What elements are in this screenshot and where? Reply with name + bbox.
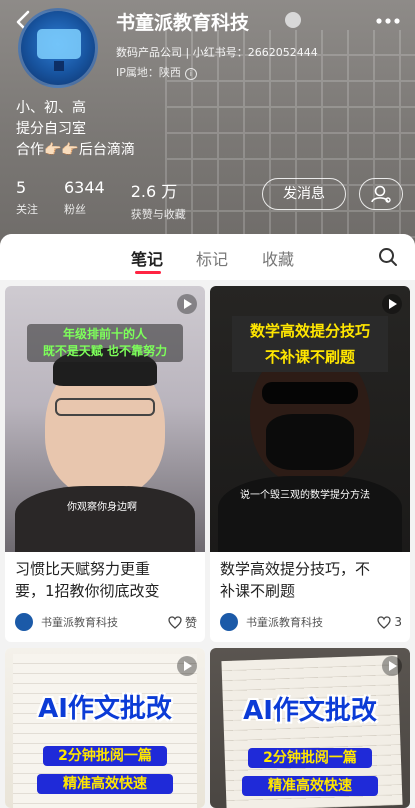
cover-glasses xyxy=(55,398,155,416)
search-icon[interactable] xyxy=(377,246,399,268)
stat-following[interactable]: 5 关注 xyxy=(16,178,38,222)
stat-number: 6344 xyxy=(64,178,105,197)
title-line: 补课不刷题 xyxy=(220,582,296,600)
user-settings-icon xyxy=(371,185,391,203)
info-icon[interactable]: i xyxy=(184,68,197,80)
author-name[interactable]: 书童派教育科技 xyxy=(246,614,377,630)
caption-line: 既不是天赋 也不靠努力 xyxy=(42,344,168,358)
cover-caption: 数学高效提分技巧 不补课不刷题 xyxy=(232,316,388,372)
like-button[interactable]: 3 xyxy=(377,615,402,629)
profile-category-line: 数码产品公司 | 小红书号：2662052444 xyxy=(116,44,318,60)
cover-caption: AI作文批改 xyxy=(38,694,172,724)
note-cover[interactable]: 数学高效提分技巧 不补课不刷题 说一个毁三观的数学提分方法 xyxy=(210,286,410,552)
cover-subtitle: 你观察你身边啊 xyxy=(67,502,137,513)
profile-bio: 小、初、高 提分自习室 合作👉🏻👉🏻后台滴滴 xyxy=(16,98,135,161)
bio-line: 提分自习室 xyxy=(16,121,86,137)
video-play-icon xyxy=(382,656,402,676)
profile-location-line: IP属地：陕西 i xyxy=(116,64,197,80)
cover-subtitle: 说一个毁三观的数学提分方法 xyxy=(240,490,370,501)
bio-line: 小、初、高 xyxy=(16,100,86,116)
active-tab-indicator xyxy=(135,271,161,274)
note-cover[interactable]: 年级排前十的人 既不是天赋 也不靠努力 你观察你身边啊 xyxy=(5,286,205,552)
note-card[interactable]: 数学高效提分技巧 不补课不刷题 说一个毁三观的数学提分方法 数学高效提分技巧，不… xyxy=(210,286,410,642)
bio-line: 合作👉🏻👉🏻后台滴滴 xyxy=(16,142,135,158)
title-line: 数学高效提分技巧，不 xyxy=(220,560,371,578)
verified-badge-icon xyxy=(285,12,301,28)
user-settings-button[interactable] xyxy=(359,178,403,210)
cover-subtitle: 2分钟批阅一篇 xyxy=(43,746,167,766)
cover-mask xyxy=(266,414,354,470)
like-button[interactable]: 赞 xyxy=(168,614,197,631)
profile-header: 书童派教育科技 数码产品公司 | 小红书号：2662052444 IP属地：陕西… xyxy=(0,0,415,245)
video-play-icon xyxy=(382,294,402,314)
title-line: 要，1招教你彻底改变 xyxy=(15,582,160,600)
avatar[interactable] xyxy=(18,8,98,88)
caption-line: 年级排前十的人 xyxy=(62,327,147,341)
note-meta: 书童派教育科技 赞 xyxy=(15,612,197,632)
cover-caption: 年级排前十的人 既不是天赋 也不靠努力 xyxy=(27,324,183,362)
note-meta: 书童派教育科技 3 xyxy=(220,612,402,632)
profile-category: 数码产品公司 xyxy=(116,46,182,59)
cover-subtitle: 精准高效快速 xyxy=(37,774,173,794)
tab-collections[interactable]: 收藏 xyxy=(262,246,294,270)
cover-shirt xyxy=(15,486,195,552)
title-line: 习惯比天赋努力更重 xyxy=(15,560,151,578)
tab-bar: 笔记 标记 收藏 xyxy=(0,234,415,280)
send-message-button[interactable]: 发消息 xyxy=(262,178,346,210)
note-title[interactable]: 习惯比天赋努力更重 要，1招教你彻底改变 xyxy=(15,558,160,602)
stat-number: 2.6 万 xyxy=(130,182,178,201)
heart-icon xyxy=(168,615,182,629)
cover-subtitle: 2分钟批阅一篇 xyxy=(248,748,372,768)
video-play-icon xyxy=(177,294,197,314)
note-card[interactable]: AI作文批改 2分钟批阅一篇 精准高效快速 xyxy=(5,648,205,808)
like-count: 3 xyxy=(394,615,402,629)
cover-sunglasses xyxy=(262,382,358,404)
caption-line: 数学高效提分技巧 xyxy=(249,322,370,340)
author-name[interactable]: 书童派教育科技 xyxy=(41,614,168,630)
profile-id: 小红书号：2662052444 xyxy=(192,46,318,59)
note-cover[interactable]: AI作文批改 2分钟批阅一篇 精准高效快速 xyxy=(210,648,410,808)
stat-label: 获赞与收藏 xyxy=(130,208,186,221)
tab-notes[interactable]: 笔记 xyxy=(131,246,163,270)
author-avatar[interactable] xyxy=(220,613,238,631)
separator: | xyxy=(185,46,193,59)
stat-label: 关注 xyxy=(16,203,38,216)
stat-label: 粉丝 xyxy=(64,203,86,216)
tab-marks[interactable]: 标记 xyxy=(196,246,228,270)
profile-location: IP属地：陕西 xyxy=(116,66,181,79)
notes-panel: 笔记 标记 收藏 年级排前十的人 既不是天赋 也不靠努力 你观察你身边啊 习惯比… xyxy=(0,234,415,808)
note-card[interactable]: 年级排前十的人 既不是天赋 也不靠努力 你观察你身边啊 习惯比天赋努力更重 要，… xyxy=(5,286,205,642)
cover-caption: AI作文批改 xyxy=(243,696,377,726)
video-play-icon xyxy=(177,656,197,676)
author-avatar[interactable] xyxy=(15,613,33,631)
profile-name: 书童派教育科技 xyxy=(116,12,250,34)
cover-subtitle: 精准高效快速 xyxy=(242,776,378,796)
stat-followers[interactable]: 6344 粉丝 xyxy=(64,178,105,222)
caption-line: 不补课不刷题 xyxy=(264,348,355,366)
profile-stats: 5 关注 6344 粉丝 2.6 万 获赞与收藏 xyxy=(16,178,186,222)
stat-likes-collections[interactable]: 2.6 万 获赞与收藏 xyxy=(131,178,186,222)
stat-number: 5 xyxy=(16,178,27,197)
note-cover[interactable]: AI作文批改 2分钟批阅一篇 精准高效快速 xyxy=(5,648,205,808)
heart-icon xyxy=(377,615,392,629)
like-count: 赞 xyxy=(184,615,197,630)
note-title[interactable]: 数学高效提分技巧，不 补课不刷题 xyxy=(220,558,370,602)
more-options-icon[interactable] xyxy=(375,12,401,30)
note-card[interactable]: AI作文批改 2分钟批阅一篇 精准高效快速 xyxy=(210,648,410,808)
